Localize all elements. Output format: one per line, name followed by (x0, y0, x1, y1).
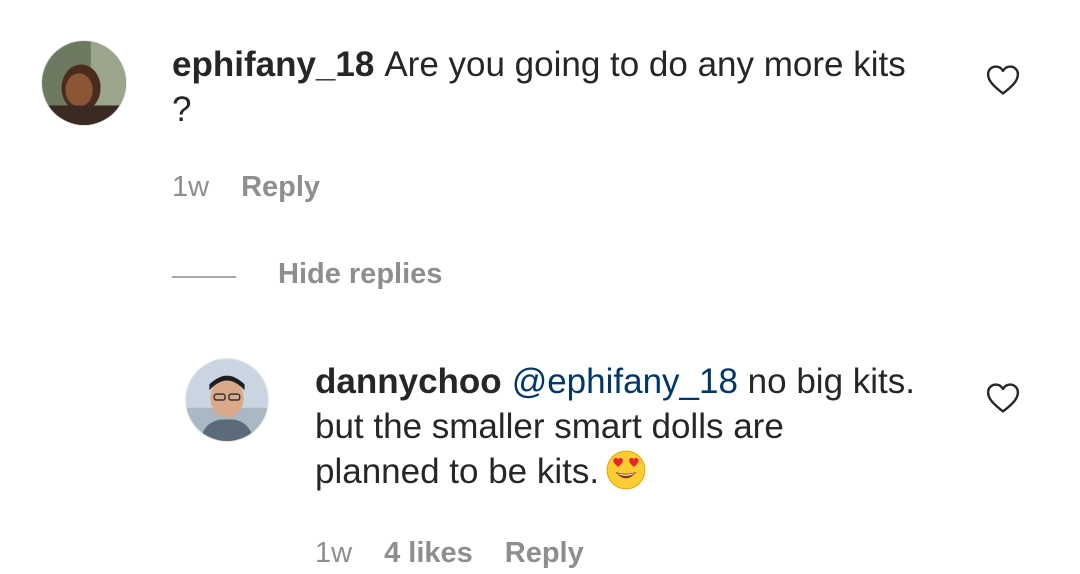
avatar-dannychoo[interactable] (185, 358, 269, 442)
heart-eyes-emoji-icon (605, 449, 647, 491)
reply-text-line2: but the smaller smart dolls are (315, 407, 784, 446)
comment-time: 1w (172, 171, 210, 203)
comment-reply-button[interactable]: Reply (241, 171, 320, 203)
reply-username[interactable]: dannychoo (315, 362, 502, 401)
avatar-ephifany[interactable] (41, 40, 127, 126)
like-comment-button[interactable] (986, 64, 1020, 96)
reply-reply-button[interactable]: Reply (505, 537, 584, 569)
profile-photo (186, 359, 268, 441)
reply-body: dannychoo @ephifany_18 no big kits. but t… (315, 359, 955, 494)
like-reply-button[interactable] (986, 382, 1020, 414)
reply-time: 1w (315, 537, 353, 569)
comment-body: ephifany_18 Are you going to do any more … (172, 42, 942, 132)
heart-outline-icon (986, 65, 1020, 95)
comment-text-line2: ? (172, 90, 192, 129)
reply-text-line3: planned to be kits. (315, 452, 600, 491)
comment-username[interactable]: ephifany_18 (172, 45, 374, 84)
reply-likes-count[interactable]: 4 likes (384, 537, 473, 569)
reply-text-line1: no big kits. (737, 362, 915, 401)
profile-photo (42, 41, 126, 125)
hide-replies-divider (172, 276, 236, 278)
reply-meta: 1w 4 likes Reply (315, 536, 616, 570)
heart-outline-icon (986, 383, 1020, 413)
reply-mention[interactable]: @ephifany_18 (512, 362, 738, 401)
comment-text: Are you going to do any more kits (384, 45, 906, 84)
comment-meta: 1w Reply (172, 170, 352, 204)
hide-replies-button[interactable]: Hide replies (278, 258, 442, 291)
